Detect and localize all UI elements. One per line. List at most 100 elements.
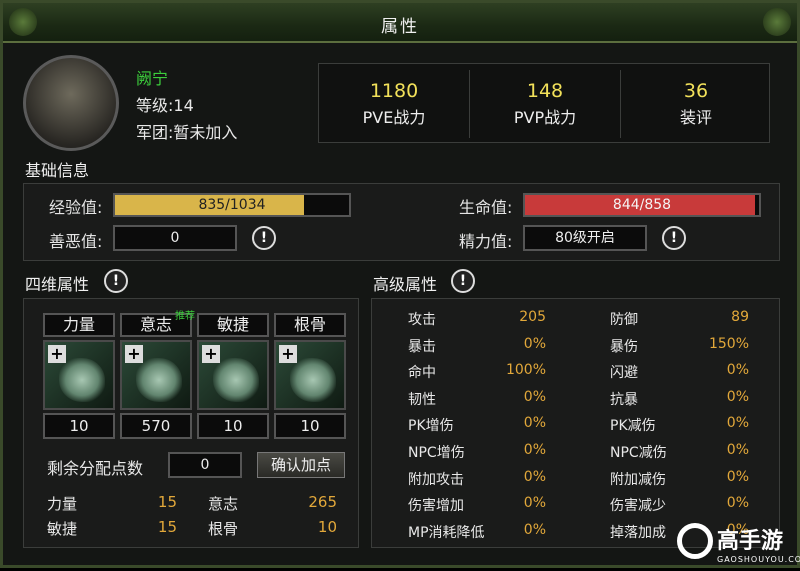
- recommend-tag: 推荐: [175, 311, 195, 322]
- advanced-right-value: 0%: [726, 468, 749, 485]
- advanced-left-value: 0%: [523, 468, 546, 485]
- karma-label: 善恶值:: [49, 232, 103, 251]
- pvp-power-value: 148: [526, 80, 564, 102]
- advanced-right-label: 暴伤: [610, 338, 638, 355]
- strength-stat-image: +: [43, 340, 115, 410]
- advanced-left-value: 0%: [523, 495, 546, 512]
- basic-info-title: 基础信息: [25, 161, 90, 180]
- pvp-power: 148 PVP战力: [470, 64, 620, 144]
- summary-strength-value: 15: [157, 493, 177, 511]
- watermark-brand: 高手游: [717, 529, 784, 554]
- karma-info-icon[interactable]: !: [252, 226, 276, 250]
- advanced-left-label: 伤害增加: [408, 498, 464, 515]
- advanced-right-label: 伤害减少: [610, 498, 666, 515]
- constitution-glyph-icon: [290, 358, 336, 402]
- will-value: 570: [120, 413, 192, 439]
- advanced-left-value: 0%: [523, 415, 546, 432]
- advanced-right-label: 闪避: [610, 365, 638, 382]
- energy-label: 精力值:: [459, 232, 513, 251]
- exp-bar-text: 835/1034: [198, 197, 266, 213]
- combat-power-panel: 1180 PVE战力 148 PVP战力 36 装评: [318, 63, 770, 143]
- title-bar: 属性: [3, 3, 797, 43]
- remaining-points-value: 0: [168, 452, 242, 478]
- strength-plus-icon[interactable]: +: [48, 345, 66, 363]
- advanced-left-value: 0%: [523, 388, 546, 405]
- advanced-right-label: 掉落加成: [610, 524, 666, 541]
- stat-name-agility: 敏捷: [197, 313, 269, 337]
- will-plus-icon[interactable]: +: [125, 345, 143, 363]
- agility-stat-image: +: [197, 340, 269, 410]
- pvp-power-label: PVP战力: [513, 108, 577, 127]
- advanced-right-value: 150%: [708, 335, 749, 352]
- advanced-stats-title: 高级属性: [373, 275, 438, 294]
- advanced-left-label: 韧性: [408, 391, 436, 408]
- summary-constitution-label: 根骨: [208, 520, 239, 538]
- exp-label: 经验值:: [49, 198, 103, 217]
- strength-value: 10: [43, 413, 115, 439]
- gear-score: 36 装评: [621, 64, 771, 144]
- agility-glyph-icon: [213, 358, 259, 402]
- advanced-left-value: 205: [519, 309, 546, 325]
- advanced-left-value: 100%: [505, 362, 546, 379]
- stat-name-constitution: 根骨: [274, 313, 346, 337]
- advanced-left-value: 0%: [523, 335, 546, 352]
- advanced-right-value: 0%: [726, 362, 749, 379]
- agility-value: 10: [197, 413, 269, 439]
- site-watermark: 高手游 GAOSHOUYOU.COM: [677, 523, 800, 571]
- advanced-right-value: 0%: [726, 415, 749, 432]
- advanced-left-label: 命中: [408, 365, 436, 382]
- will-stat-image: +: [120, 340, 192, 410]
- advanced-right-label: 附加减伤: [610, 471, 666, 488]
- watermark-logo-icon: [677, 523, 713, 559]
- confirm-allocate-button[interactable]: 确认加点: [257, 452, 345, 478]
- advanced-left-label: 附加攻击: [408, 471, 464, 488]
- will-glyph-icon: [136, 358, 182, 402]
- advanced-right-value: 89: [731, 309, 749, 325]
- window-title: 属性: [381, 17, 419, 37]
- summary-agility-value: 15: [157, 518, 177, 536]
- exp-bar: 835/1034: [113, 193, 351, 217]
- summary-will-label: 意志: [208, 495, 239, 513]
- advanced-right-value: 0%: [726, 495, 749, 512]
- pve-power-label: PVE战力: [362, 108, 426, 127]
- character-name: 阙宁: [136, 69, 169, 88]
- gear-score-value: 36: [683, 80, 709, 102]
- advanced-stats-panel: 攻击 205 暴击 0% 命中 100% 韧性 0% PK增伤 0% NPC增伤 0% 附加攻击 0% 伤害…: [371, 298, 780, 548]
- advanced-left-label: 攻击: [408, 312, 436, 328]
- karma-value: 0: [113, 225, 237, 251]
- constitution-stat-image: +: [274, 340, 346, 410]
- pve-power: 1180 PVE战力: [319, 64, 469, 144]
- gear-score-label: 装评: [679, 108, 712, 127]
- four-stats-title: 四维属性: [25, 275, 90, 294]
- advanced-right-value: 0%: [726, 442, 749, 458]
- attributes-window: 属性 阙宁 等级:14 军团:暂未加入 1180 PVE战力 148 PVP战力…: [0, 0, 800, 568]
- remaining-points-label: 剩余分配点数: [47, 459, 144, 478]
- advanced-stats-info-icon[interactable]: !: [451, 269, 475, 293]
- character-avatar: [23, 55, 119, 151]
- constitution-plus-icon[interactable]: +: [279, 345, 297, 363]
- four-stats-info-icon[interactable]: !: [104, 269, 128, 293]
- energy-info-icon[interactable]: !: [662, 226, 686, 250]
- advanced-left-label: 暴击: [408, 338, 436, 355]
- advanced-left-value: 0%: [523, 442, 546, 458]
- advanced-left-label: PK增伤: [408, 418, 454, 435]
- hp-bar: 844/858: [523, 193, 761, 217]
- character-guild: 军团:暂未加入: [136, 123, 238, 142]
- constitution-value: 10: [274, 413, 346, 439]
- energy-value: 80级开启: [523, 225, 647, 251]
- advanced-right-label: PK减伤: [610, 418, 656, 435]
- hp-bar-text: 844/858: [612, 197, 672, 213]
- summary-strength-label: 力量: [47, 495, 78, 513]
- hp-label: 生命值:: [459, 198, 513, 217]
- corner-ornament-right: [763, 8, 791, 36]
- pve-power-value: 1180: [369, 80, 419, 102]
- advanced-left-label: NPC增伤: [408, 445, 465, 461]
- advanced-right-label: NPC减伤: [610, 445, 667, 461]
- advanced-right-label: 抗暴: [610, 391, 638, 408]
- summary-constitution-value: 10: [317, 518, 337, 536]
- advanced-left-value: 0%: [523, 521, 546, 538]
- agility-plus-icon[interactable]: +: [202, 345, 220, 363]
- summary-will-value: 265: [308, 493, 337, 511]
- stat-name-strength: 力量: [43, 313, 115, 337]
- watermark-site: GAOSHOUYOU.COM: [717, 555, 800, 564]
